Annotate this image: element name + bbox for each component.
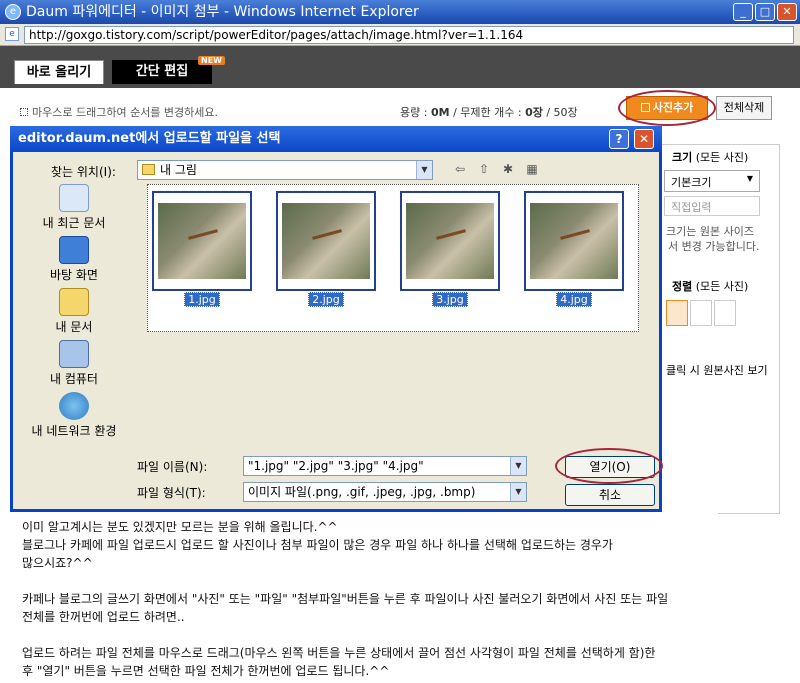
size-scope: (모든 사진)	[695, 151, 749, 164]
drag-hint: 마우스로 드래그하여 순서를 변경하세요.	[20, 104, 218, 120]
my-computer-icon	[59, 340, 89, 368]
file-thumbnail[interactable]	[152, 191, 252, 291]
page-icon: e	[5, 27, 19, 41]
dialog-toolbar: ⇦ ⇧ ✱ ▦	[451, 160, 541, 178]
file-thumbnail[interactable]	[276, 191, 376, 291]
article-line	[22, 626, 704, 644]
article-line: 많으시죠?^^	[22, 556, 93, 570]
network-icon	[59, 392, 89, 420]
align-label: 정렬	[672, 280, 693, 293]
filetype-select[interactable]: 이미지 파일(.png, .gif, .jpeg, .jpg, .bmp) ▼	[243, 482, 527, 502]
back-icon[interactable]: ⇦	[451, 160, 469, 178]
tab-simple-edit[interactable]: 간단 편집	[112, 60, 212, 84]
file-name[interactable]: 4.jpg	[524, 292, 624, 307]
article-body: 이미 알고계시는 분도 있겠지만 모르는 분을 위해 올립니다.^^ 블로그나 …	[8, 512, 718, 683]
file-list[interactable]: 1.jpg 2.jpg 3.jpg 4.jpg	[147, 184, 639, 332]
file-name[interactable]: 3.jpg	[400, 292, 500, 307]
size-label: 크기	[672, 151, 693, 164]
filename-label: 파일 이름(N):	[137, 460, 208, 474]
file-name[interactable]: 2.jpg	[276, 292, 376, 307]
article-line: 카페나 블로그의 글쓰기 화면에서 "사진" 또는 "파일" "첨부파일"버튼을…	[22, 592, 669, 606]
size-input[interactable]: 직접입력	[664, 196, 760, 216]
minimize-button[interactable]: _	[733, 3, 753, 21]
place-network[interactable]: 내 네트워크 환경	[19, 392, 129, 439]
file-thumbnail[interactable]	[524, 191, 624, 291]
article-line: 후 "열기" 버튼을 누르면 선택한 파일 전체가 한꺼번에 업로드 됩니다.^…	[22, 664, 390, 678]
align-buttons	[666, 300, 736, 326]
folder-icon	[142, 164, 155, 175]
filename-input[interactable]: "1.jpg" "2.jpg" "3.jpg" "4.jpg" ▼	[243, 456, 527, 476]
place-my-documents[interactable]: 내 문서	[19, 288, 129, 335]
desktop-icon	[59, 236, 89, 264]
filetype-label: 파일 형식(T):	[137, 486, 206, 500]
article-line: 업로드 하려는 파일 전체를 마우스로 드래그(마우스 왼쪽 버튼을 누른 상태…	[22, 646, 656, 660]
dialog-close-button[interactable]: ✕	[634, 129, 654, 149]
tab-direct-upload[interactable]: 바로 올리기	[14, 60, 104, 84]
align-right-icon[interactable]	[714, 300, 736, 326]
view-menu-icon[interactable]: ▦	[523, 160, 541, 178]
file-name[interactable]: 1.jpg	[152, 292, 252, 307]
my-documents-icon	[59, 288, 89, 316]
article-line: 이미 알고계시는 분도 있겠지만 모르는 분을 위해 올립니다.^^	[22, 520, 338, 534]
browser-title: Daum 파워에디터 - 이미지 첨부 - Windows Internet E…	[26, 4, 419, 20]
place-my-computer[interactable]: 내 컴퓨터	[19, 340, 129, 387]
add-photo-highlight	[618, 90, 716, 126]
file-thumbnail[interactable]	[400, 191, 500, 291]
browser-title-bar: e Daum 파워에디터 - 이미지 첨부 - Windows Internet…	[0, 0, 800, 24]
align-center-icon[interactable]	[690, 300, 712, 326]
size-note-2: 서 변경 가능합니다.	[668, 240, 760, 253]
new-folder-icon[interactable]: ✱	[499, 160, 517, 178]
drag-box-icon	[20, 108, 28, 116]
align-left-icon[interactable]	[666, 300, 688, 326]
chevron-down-icon: ▼	[416, 161, 432, 179]
close-button[interactable]: ✕	[777, 3, 797, 21]
size-select[interactable]: 기본크기 ▼	[664, 170, 760, 192]
align-scope: (모든 사진)	[695, 280, 749, 293]
dragonfly-image	[158, 203, 246, 279]
maximize-button[interactable]: □	[755, 3, 775, 21]
article-line	[22, 572, 704, 590]
dialog-title: editor.daum.net에서 업로드할 파일을 선택	[18, 131, 281, 146]
dragonfly-image	[282, 203, 370, 279]
ie-icon: e	[5, 4, 21, 20]
chevron-down-icon: ▼	[510, 457, 526, 475]
article-line: 전체를 한꺼번에 업로드 하려면..	[22, 610, 185, 624]
cancel-button[interactable]: 취소	[565, 484, 655, 506]
chevron-down-icon: ▼	[510, 483, 526, 501]
address-bar: e http://goxgo.tistory.com/script/powerE…	[0, 24, 800, 46]
up-folder-icon[interactable]: ⇧	[475, 160, 493, 178]
help-button[interactable]: ?	[609, 129, 629, 149]
place-recent[interactable]: 내 최근 문서	[19, 184, 129, 231]
url-field[interactable]: http://goxgo.tistory.com/script/powerEdi…	[24, 26, 794, 44]
dialog-title-bar: editor.daum.net에서 업로드할 파일을 선택	[10, 126, 662, 152]
delete-all-button[interactable]: 전체삭제	[716, 96, 772, 120]
open-button-highlight	[555, 448, 663, 484]
dragonfly-image	[530, 203, 618, 279]
chevron-down-icon: ▼	[746, 174, 753, 183]
lookin-select[interactable]: 내 그림 ▼	[137, 160, 433, 180]
dragonfly-image	[406, 203, 494, 279]
places-bar: 내 최근 문서 바탕 화면 내 문서 내 컴퓨터 내 네트워크 환경	[19, 184, 129, 444]
file-dialog: editor.daum.net에서 업로드할 파일을 선택 ? ✕ 찾는 위치(…	[10, 126, 663, 512]
capacity-info: 용량 : 0M / 무제한 개수 : 0장 / 50장	[400, 106, 578, 119]
lookin-label: 찾는 위치(I):	[51, 165, 116, 179]
article-line: 블로그나 카페에 파일 업로드시 업로드 할 사진이나 첨부 파일이 많은 경우…	[22, 538, 613, 552]
size-note-1: 크기는 원본 사이즈	[666, 225, 754, 238]
recent-docs-icon	[59, 184, 89, 212]
click-original-note: 클릭 시 원본사진 보기	[666, 364, 768, 377]
new-badge: NEW	[198, 56, 225, 65]
place-desktop[interactable]: 바탕 화면	[19, 236, 129, 283]
